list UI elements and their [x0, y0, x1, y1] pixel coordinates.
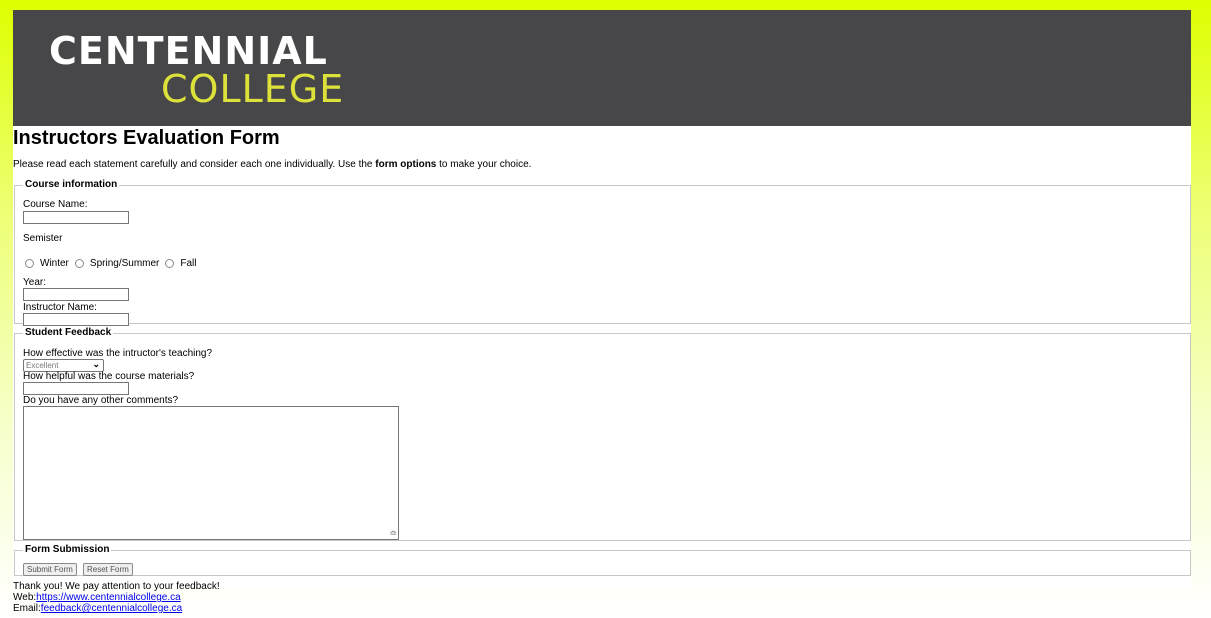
course-info-legend: Course information: [25, 179, 118, 190]
footer-web-link[interactable]: https://www.centennialcollege.ca: [36, 592, 181, 603]
student-feedback-fieldset: Student Feedback How effective was the i…: [14, 328, 1191, 541]
intro-bold: form options: [375, 159, 437, 170]
year-input[interactable]: [23, 288, 129, 301]
semester-spring-summer-label: Spring/Summer: [89, 258, 160, 269]
submit-button[interactable]: Submit Form: [23, 563, 77, 576]
comments-textarea[interactable]: ≏: [23, 406, 399, 540]
form-content: Instructors Evaluation Form Please read …: [13, 126, 1191, 588]
course-name-label: Course Name:: [23, 199, 88, 210]
college-logo-line2: COLLEGE: [161, 67, 345, 111]
footer-email-row: Email:feedback@centennialcollege.ca: [13, 603, 220, 614]
course-materials-input[interactable]: [23, 382, 129, 395]
course-info-fieldset: Course information Course Name: Semister…: [14, 179, 1191, 326]
form-submission-legend: Form Submission: [25, 544, 110, 555]
semester-radio-spring-summer[interactable]: [74, 259, 84, 268]
resize-handle-icon[interactable]: ≏: [389, 529, 397, 538]
teaching-effectiveness-value: Excellent: [26, 361, 59, 370]
instructor-name-label: Instructor Name:: [23, 302, 97, 313]
intro-prefix: Please read each statement carefully and…: [13, 159, 376, 170]
semester-fall-label: Fall: [180, 258, 197, 269]
course-materials-label: How helpful was the course materials?: [23, 371, 195, 382]
reset-button[interactable]: Reset Form: [83, 563, 133, 576]
footer-email-label: Email:: [13, 603, 41, 614]
footer-email-link[interactable]: feedback@centennialcollege.ca: [41, 603, 182, 614]
page: CENTENNIAL COLLEGE Instructors Evaluatio…: [13, 10, 1191, 618]
form-submission-fieldset: Form Submission Submit Form Reset Form: [14, 545, 1191, 576]
teaching-effectiveness-label: How effective was the intructor's teachi…: [23, 348, 213, 359]
header-banner: CENTENNIAL COLLEGE: [13, 10, 1191, 126]
footer-thanks: Thank you! We pay attention to your feed…: [13, 581, 220, 592]
course-name-input[interactable]: [23, 211, 129, 224]
semester-winter-label: Winter: [40, 258, 69, 269]
intro-text: Please read each statement carefully and…: [13, 159, 531, 170]
student-feedback-legend: Student Feedback: [25, 327, 112, 338]
instructor-name-input[interactable]: [23, 313, 129, 326]
page-title: Instructors Evaluation Form: [13, 127, 280, 149]
semester-label: Semister: [23, 233, 63, 244]
year-label: Year:: [23, 277, 46, 288]
chevron-down-icon: ⌄: [92, 359, 100, 369]
footer-web-label: Web:: [13, 592, 37, 603]
intro-suffix: to make your choice.: [436, 159, 532, 170]
semester-radio-winter[interactable]: [25, 259, 34, 268]
comments-label: Do you have any other comments?: [23, 395, 179, 406]
footer-web-row: Web:https://www.centennialcollege.ca: [13, 592, 220, 603]
footer: Thank you! We pay attention to your feed…: [13, 581, 220, 614]
semester-radio-group: Winter Spring/Summer Fall: [25, 258, 203, 269]
semester-radio-fall[interactable]: [165, 259, 175, 268]
